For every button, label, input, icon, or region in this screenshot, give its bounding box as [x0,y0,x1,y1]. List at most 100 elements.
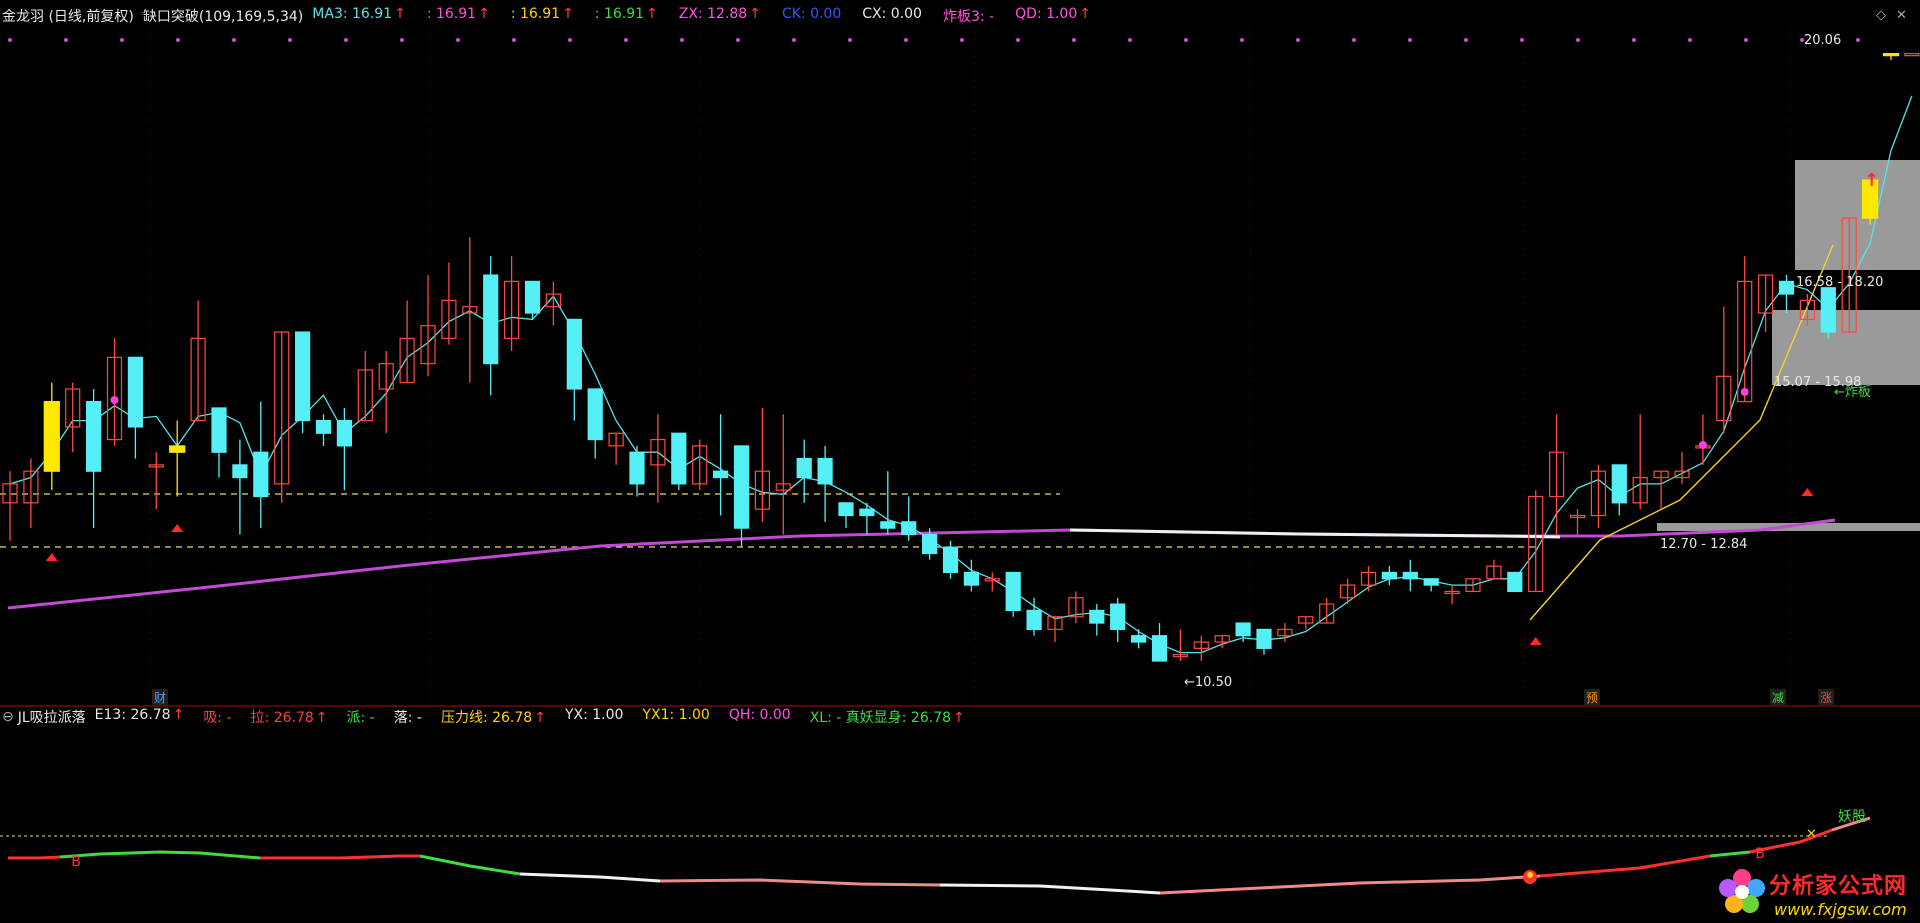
candle-body[interactable] [1151,635,1168,662]
top-dot-marker [1128,38,1132,42]
candle-body[interactable] [211,407,227,453]
candle-body[interactable] [483,274,499,365]
candle-body[interactable] [1256,628,1272,649]
indicator-name[interactable]: 缺口突破(109,169,5,34) [143,6,303,26]
high-price-label: 20.06 [1804,33,1841,48]
candle-body[interactable] [796,457,812,479]
sub-indicator-value-4: 落: - [393,710,422,726]
buy-signal-triangle-icon [1801,488,1814,496]
candle-body[interactable] [1423,578,1439,586]
sub-indicator-value-1: 吸: - [203,710,232,726]
candle-body[interactable] [1026,609,1042,630]
sub-indicator-line-segment [260,854,420,860]
event-marker-2: 减 [1772,691,1784,705]
candle-body[interactable] [1904,53,1920,57]
candle-body[interactable] [336,419,352,447]
candle-body[interactable] [253,451,269,498]
close-icon[interactable]: ✕ [1896,8,1907,23]
indicator-value-1: : 16.91 ↑ [426,6,490,22]
top-dot-marker [792,38,796,42]
candle-body[interactable] [629,451,645,485]
candle-body[interactable] [1882,53,1900,57]
indicator-value-0: MA3: 16.91 ↑ [312,6,406,22]
top-dot-marker [1408,38,1412,42]
candle-body[interactable] [1089,609,1105,624]
up-arrow-icon: ↑ [646,6,658,22]
top-dot-marker [1520,38,1524,42]
watermark-title: 分析家公式网 [1769,874,1908,899]
ma-yellow-segment [1529,244,1834,621]
candle-body[interactable] [1778,280,1795,295]
indicator-values: MA3: 16.91 ↑: 16.91 ↑: 16.91 ↑: 16.91 ↑ ZX: 1… [312,6,1100,26]
buy-signal-triangle-icon [171,524,184,532]
candle-body[interactable] [1381,571,1398,580]
candle-body[interactable] [295,331,311,422]
sub-indicator-value-7: YX1: 1.00 [642,707,710,723]
top-dot-marker [1856,38,1860,42]
candle-body[interactable] [1110,603,1126,630]
main-indicator-header: 金龙羽 (日线,前复权) 缺口突破(109,169,5,34) MA3: 16.… [0,4,1920,28]
candle-body[interactable] [1611,464,1627,504]
up-arrow-icon: ↑ [534,710,546,726]
b-mark-right: B [1755,846,1765,862]
settings-diamond-icon[interactable]: ◇ [1876,8,1886,23]
sub-indicator-value-3: 派: - [346,710,375,726]
gray-zone-middle [1772,310,1920,385]
candle-body[interactable] [127,356,143,428]
top-dot-marker [1688,38,1692,42]
candle-body[interactable] [1005,571,1021,612]
up-arrow-icon: ↑ [1864,170,1879,191]
candle-body[interactable] [901,521,917,536]
candle-body[interactable] [566,318,582,390]
candle-body[interactable] [671,432,687,485]
top-dot-marker [624,38,628,42]
sub-indicator-name[interactable]: JL吸拉派落 [18,707,86,727]
candle-body[interactable] [1820,287,1836,333]
top-dot-marker [176,38,180,42]
zhaban-label: ←炸板 [1834,385,1871,400]
top-dot-marker [8,38,12,42]
candle-body[interactable] [85,401,102,472]
sub-indicator-values: E13: 26.78 ↑ 吸: - 拉: 26.78 ↑ 派: - 落: - 压力线: 26.… [95,707,974,727]
candle-body[interactable] [1507,571,1523,593]
top-dot-marker [736,38,740,42]
up-arrow-icon: ↑ [953,710,965,726]
buy-signal-triangle-icon [1529,637,1542,645]
candle-body[interactable] [1235,622,1251,637]
candle-body[interactable] [733,445,750,529]
candle-body[interactable] [524,280,541,314]
top-dot-marker [1184,38,1188,42]
candle-body[interactable] [712,470,729,479]
zone-lower-label: 12.70 - 12.84 [1660,537,1747,552]
top-dot-marker [288,38,292,42]
candle-body[interactable] [587,388,603,441]
candle-body[interactable] [880,521,896,529]
top-dot-marker [400,38,404,42]
top-dot-marker [1016,38,1020,42]
top-dot-marker [1072,38,1076,42]
candle-body[interactable] [838,502,854,517]
candle-body[interactable] [169,445,186,453]
event-marker-1: 预 [1586,691,1598,705]
peak-dot-marker [1698,441,1707,449]
candle-body[interactable] [859,508,875,517]
candle-body[interactable] [1130,635,1147,643]
candle-body[interactable] [963,571,980,586]
candle-body[interactable] [1402,571,1418,580]
candle-body[interactable] [817,457,833,485]
gray-zone-upper [1795,160,1920,270]
kline-chart[interactable]: ↑20.06←10.5016.58 - 18.2015.07 - 15.9812… [0,0,1920,923]
yaogu-label: 妖股 [1838,809,1866,825]
collapse-icon[interactable]: ⊖ [2,709,14,725]
candle-body[interactable] [43,401,60,472]
sub-indicator-header: ⊖ JL吸拉派落 E13: 26.78 ↑ 吸: - 拉: 26.78 ↑ 派: - 落: … [0,705,1920,729]
candle-body[interactable] [232,464,248,479]
cross-marker-icon: ✕ [1806,827,1817,842]
candle-body[interactable] [921,533,938,555]
candle-body[interactable] [942,546,959,574]
up-arrow-icon: ↑ [1079,6,1091,22]
sub-indicator-line-segment [8,855,61,860]
candle-body[interactable] [315,419,332,434]
sub-indicator-value-5: 压力线: 26.78 ↑ [440,710,546,726]
sub-signal-dot-center [1527,872,1533,878]
